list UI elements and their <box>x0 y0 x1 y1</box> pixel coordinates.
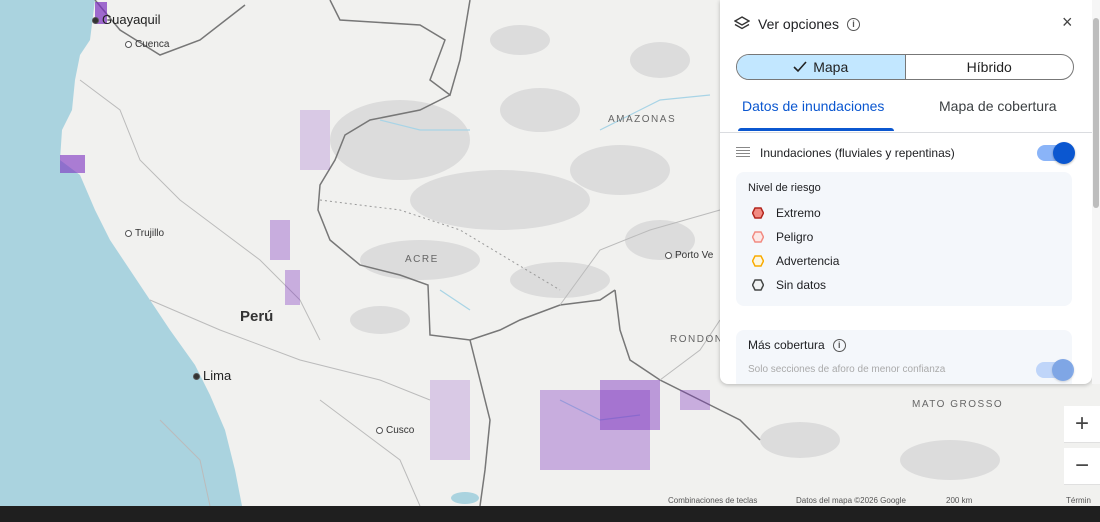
risk-label: Advertencia <box>776 254 840 268</box>
panel-tabs: Datos de inundaciones Mapa de cobertura <box>720 92 1092 133</box>
panel-scrollbar[interactable] <box>1092 0 1100 384</box>
city-porto-velho: Porto Ve <box>665 250 713 261</box>
region-amazonas: AMAZONAS <box>608 114 677 125</box>
warning-hex-icon <box>752 255 764 267</box>
panel-title: Ver opciones <box>758 16 839 32</box>
risk-label: Extremo <box>776 206 821 220</box>
risk-item-warning: Advertencia <box>752 254 839 268</box>
flood-layer-toggle[interactable] <box>1037 142 1075 164</box>
city-cuenca: Cuenca <box>125 39 169 50</box>
more-coverage-header: Más cobertura i <box>748 338 846 352</box>
check-icon <box>793 61 807 73</box>
risk-label: Peligro <box>776 230 814 244</box>
more-coverage-title: Más cobertura <box>748 338 825 352</box>
map-mode-label: Mapa <box>813 59 849 75</box>
terms-link[interactable]: Términ <box>1066 496 1091 505</box>
flood-layer-label: Inundaciones (fluviales y repentinas) <box>760 146 955 160</box>
more-coverage-subtitle: Solo secciones de aforo de menor confian… <box>748 364 946 375</box>
keyboard-shortcuts-link[interactable]: Combinaciones de teclas <box>668 496 757 505</box>
more-coverage-toggle[interactable] <box>1036 359 1074 381</box>
tab-flood-data[interactable]: Datos de inundaciones <box>742 98 884 114</box>
city-lima: Lima <box>193 368 231 383</box>
ocean <box>0 0 242 506</box>
extreme-hex-icon <box>752 207 764 219</box>
city-cusco: Cusco <box>376 425 414 436</box>
layer-list-icon <box>736 147 750 159</box>
layers-icon <box>734 16 750 30</box>
hybrid-mode-label: Híbrido <box>966 59 1012 75</box>
city-trujillo: Trujillo <box>125 228 164 239</box>
map-data-attribution: Datos del mapa ©2026 Google <box>796 496 906 505</box>
no-data-hex-icon <box>752 279 764 291</box>
risk-item-no-data: Sin datos <box>752 278 826 292</box>
danger-hex-icon <box>752 231 764 243</box>
view-mode-toggle: Mapa Híbrido <box>736 54 1074 80</box>
lake <box>451 492 479 504</box>
country-peru: Perú <box>240 308 274 325</box>
info-icon[interactable]: i <box>846 17 860 31</box>
info-icon[interactable]: i <box>832 338 846 352</box>
risk-label: Sin datos <box>776 278 827 292</box>
bottom-bar <box>0 506 1100 522</box>
risk-level-title: Nivel de riesgo <box>748 182 821 194</box>
map-mode-button[interactable]: Mapa <box>737 55 906 79</box>
region-rondonia: RONDON <box>670 334 724 345</box>
hybrid-mode-button[interactable]: Híbrido <box>906 55 1074 79</box>
scale-label[interactable]: 200 km <box>946 496 972 505</box>
zoom-out-button[interactable]: − <box>1064 448 1100 485</box>
flood-layer-row: Inundaciones (fluviales y repentinas) <box>736 142 1076 164</box>
active-tab-indicator <box>738 128 894 131</box>
zoom-in-button[interactable]: + <box>1064 406 1100 443</box>
view-options-panel: Ver opciones i × Mapa Híbrido Datos de i… <box>720 0 1092 384</box>
close-icon[interactable]: × <box>1062 12 1073 33</box>
tab-coverage-map[interactable]: Mapa de cobertura <box>939 98 1057 114</box>
risk-level-legend: Nivel de riesgo Extremo Peligro Adverten… <box>736 172 1072 306</box>
region-mato-grosso: MATO GROSSO <box>912 399 1004 410</box>
panel-header: Ver opciones i <box>734 12 860 36</box>
region-acre: ACRE <box>405 254 439 265</box>
more-coverage-section: Más cobertura i Solo secciones de aforo … <box>736 330 1074 384</box>
risk-item-extreme: Extremo <box>752 206 821 220</box>
risk-item-danger: Peligro <box>752 230 813 244</box>
city-guayaquil: Guayaquil <box>92 12 161 27</box>
scrollbar-thumb[interactable] <box>1093 18 1099 208</box>
